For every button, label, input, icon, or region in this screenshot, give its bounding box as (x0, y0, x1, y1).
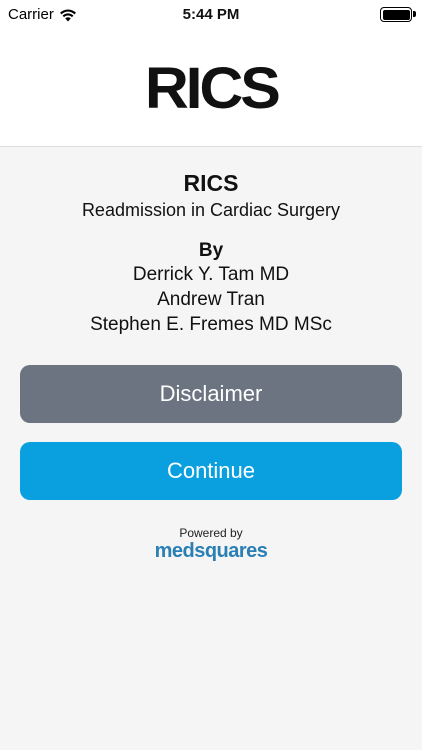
author-name: Stephen E. Fremes MD MSc (90, 314, 332, 335)
battery-tip (413, 11, 416, 17)
app-subtitle: Readmission in Cardiac Surgery (81, 200, 341, 220)
app-header: RICS (0, 30, 422, 147)
continue-button[interactable]: Continue (20, 442, 402, 500)
by-label: By (198, 240, 224, 261)
status-time: 5:44 PM (182, 6, 240, 23)
app-logo: RICS (144, 55, 281, 121)
powered-by-label: Powered by (179, 526, 243, 540)
author-name: Andrew Tran (157, 289, 265, 310)
battery-icon (380, 7, 412, 22)
disclaimer-button[interactable]: Disclaimer (20, 365, 402, 423)
status-bar: Carrier 5:44 PM (0, 0, 422, 30)
medsquares-logo: medsquares (154, 540, 268, 562)
author-name: Derrick Y. Tam MD (132, 264, 290, 285)
app-title: RICS (183, 170, 239, 196)
main-content: RICS Readmission in Cardiac Surgery By D… (0, 148, 422, 337)
